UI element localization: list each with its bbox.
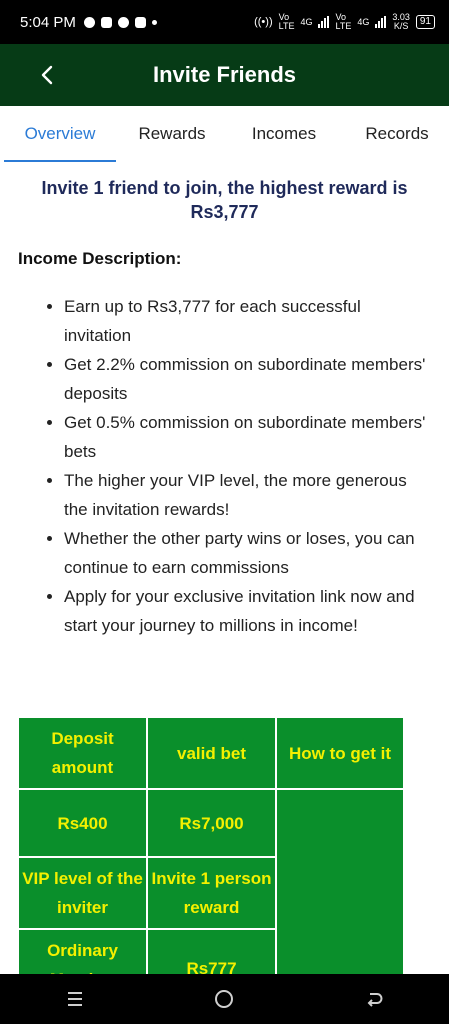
table-cell: Rs400 (17, 788, 148, 858)
page-title: Invite Friends (152, 62, 297, 87)
tab-records[interactable]: Records (350, 106, 444, 162)
list-item: Whether the other party wins or loses, y… (64, 524, 432, 582)
network-type-1: 4G (300, 17, 313, 27)
tab-rewards[interactable]: Rewards (124, 106, 220, 162)
list-item: Get 2.2% commission on subordinate membe… (64, 350, 432, 408)
battery-icon: 91 (415, 15, 435, 29)
tab-incomes[interactable]: Incomes (236, 106, 332, 162)
income-description-list: Earn up to Rs3,777 for each successful i… (28, 292, 432, 640)
home-button[interactable] (204, 979, 244, 1019)
invite-headline: Invite 1 friend to join, the highest rew… (41, 178, 408, 222)
hotspot-icon: ((•)) (254, 16, 273, 28)
volte-2: Vo LTE (335, 12, 352, 31)
table-cell: Rs7,000 (146, 788, 277, 858)
reward-table-container[interactable]: Deposit amount valid bet How to get it R… (17, 716, 403, 974)
back-arrow-icon (367, 993, 383, 1007)
list-item: Earn up to Rs3,777 for each successful i… (64, 292, 432, 350)
status-right: ((•)) Vo LTE 4G Vo LTE 4G 3.03 K/S 91 (254, 13, 435, 31)
status-bar: 5:04 PM ((•)) Vo LTE 4G Vo LTE 4G 3.03 K… (0, 0, 449, 44)
menu-icon (67, 992, 82, 1006)
table-header-cell: valid bet (146, 716, 277, 790)
recents-button[interactable] (55, 979, 95, 1019)
table-cell: Invite 1 person reward (146, 856, 277, 930)
status-time: 5:04 PM (20, 13, 76, 31)
app-bar: Invite Friends (0, 44, 449, 106)
circle-icon (215, 990, 234, 1008)
whatsapp-icon (83, 16, 95, 28)
chevron-left-icon (41, 65, 53, 85)
network-type-2: 4G (357, 17, 370, 27)
list-item: Get 0.5% commission on subordinate membe… (64, 408, 432, 466)
table-cell-empty (275, 788, 403, 974)
reward-table: Deposit amount valid bet How to get it R… (17, 716, 403, 974)
table-cell: Ordinary Member (17, 928, 148, 974)
table-row: Deposit amount valid bet How to get it (17, 716, 403, 790)
app-notification-icon (100, 16, 112, 28)
table-row: Rs400 Rs7,000 (17, 788, 403, 974)
system-back-button[interactable] (354, 979, 394, 1019)
tab-overview[interactable]: Overview (4, 106, 116, 162)
tab-bar: Overview Rewards Incomes Records (0, 106, 449, 162)
chat-icon (117, 16, 129, 28)
more-notifications-icon (151, 19, 157, 25)
signal-2-icon (375, 16, 387, 28)
snapchat-icon (134, 16, 146, 28)
list-item: Apply for your exclusive invitation link… (64, 582, 432, 640)
income-description-title: Income Description: (18, 249, 182, 268)
back-button[interactable] (32, 60, 62, 90)
table-header-cell: Deposit amount (17, 716, 148, 790)
table-header-cell: How to get it (275, 716, 403, 790)
notification-icons (83, 16, 157, 28)
table-cell: VIP level of the inviter (17, 856, 148, 930)
list-item: The higher your VIP level, the more gene… (64, 466, 432, 524)
signal-1-icon (318, 16, 330, 28)
network-speed: 3.03 K/S (392, 12, 410, 31)
table-cell: Rs777 (146, 928, 277, 974)
system-nav-bar (0, 974, 449, 1024)
volte-1: Vo LTE (278, 12, 295, 31)
